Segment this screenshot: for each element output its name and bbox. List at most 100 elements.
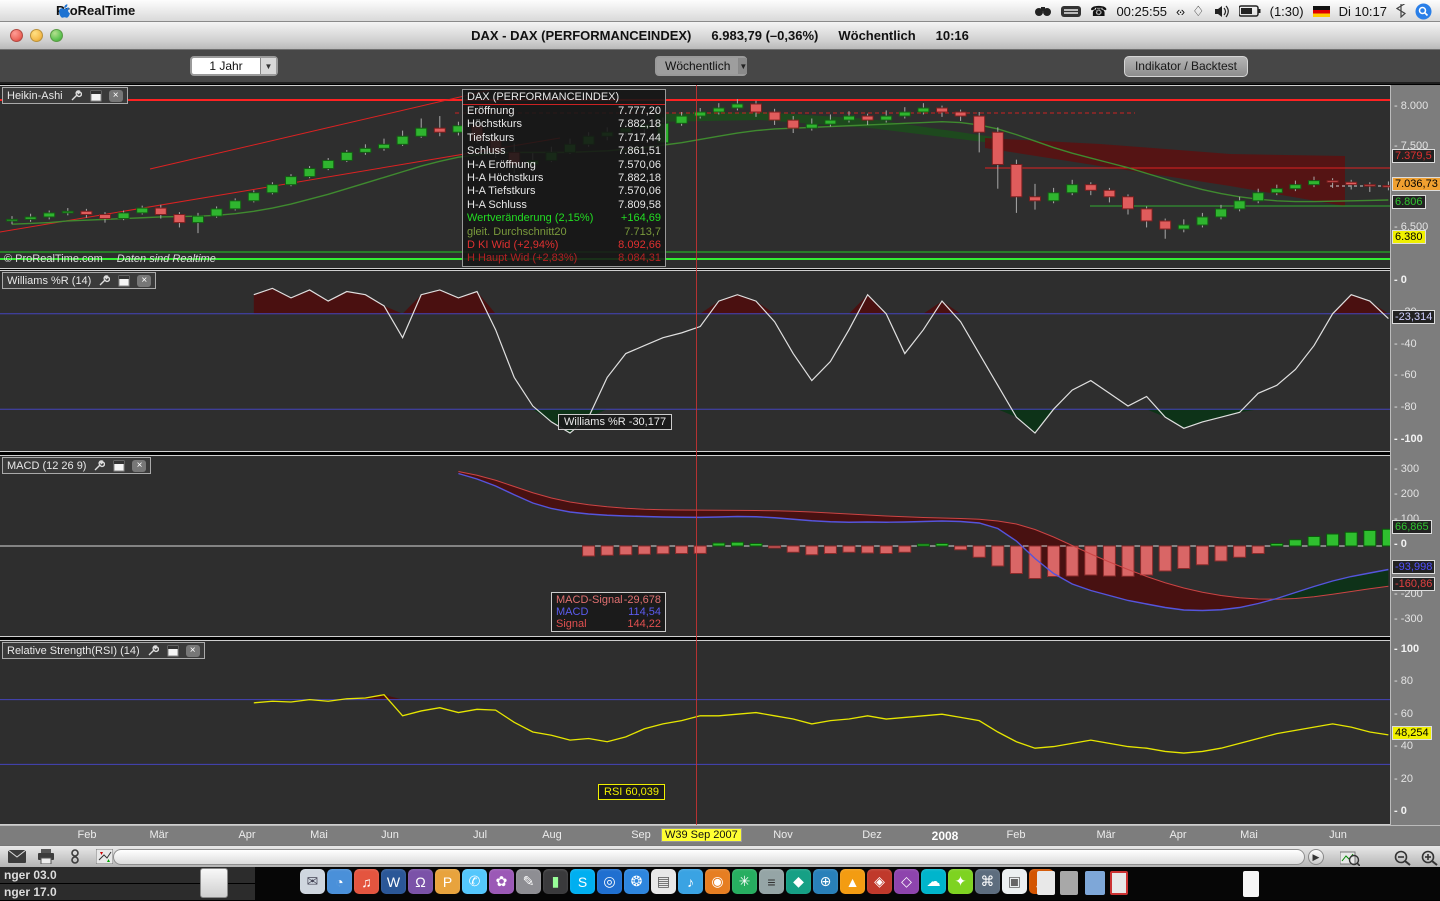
dock-icon-browser[interactable]: ◔ bbox=[327, 869, 352, 894]
close-icon[interactable]: × bbox=[137, 274, 152, 287]
menu-clock[interactable]: Di 10:17 bbox=[1339, 4, 1387, 19]
dock-icon-browser-2[interactable]: ◎ bbox=[597, 869, 622, 894]
mac-menu-bar: ProRealTime ☎ 00:25:55 ‹·› ♢ (1:30) Di 1… bbox=[0, 0, 1440, 22]
dock-icon-music-store[interactable]: ♫ bbox=[354, 869, 379, 894]
shapes-menu-icon[interactable]: ♢ bbox=[1192, 3, 1205, 20]
input-switch-icon[interactable]: ‹·› bbox=[1176, 4, 1185, 19]
chart-zoom-tool-icon[interactable] bbox=[1338, 849, 1362, 867]
axis-tick-label: - -100 bbox=[1394, 433, 1423, 445]
apple-menu-icon[interactable] bbox=[56, 3, 72, 19]
dock-icon-office-tool[interactable]: Ω bbox=[408, 869, 433, 894]
close-icon[interactable]: × bbox=[132, 459, 147, 472]
macd-row-label: MACD-Signal bbox=[556, 594, 623, 606]
dock-icon-pages[interactable]: P bbox=[435, 869, 460, 894]
dock-area: nger 03.0 nger 17.0 ✉ ◔ ♫ W Ω P ✆ ✿ ✎ ▮ S ◎ ❂ ▤ ♪ ◉ ✳ ≡ ◆ ⊕… bbox=[0, 867, 1440, 901]
axis-value-box: 6.806 bbox=[1392, 195, 1426, 210]
dock-icon-weather[interactable]: ☁ bbox=[921, 869, 946, 894]
dock-icon-editor[interactable]: ✎ bbox=[516, 869, 541, 894]
tooltip-row: D KI Wid (+2,94%) 8.092,66 bbox=[463, 239, 665, 252]
mail-chart-icon[interactable] bbox=[5, 848, 29, 866]
dock-icon-teal-app[interactable]: ◆ bbox=[786, 869, 811, 894]
window-fragment-tile bbox=[1085, 871, 1105, 895]
axis-value-box: -160,86 bbox=[1392, 577, 1436, 592]
keyboard-viewer-icon[interactable] bbox=[1060, 5, 1081, 18]
link-icon[interactable] bbox=[63, 848, 87, 866]
dock-icon-notes[interactable]: ▣ bbox=[1002, 869, 1027, 894]
dock-icon-skype[interactable]: S bbox=[570, 869, 595, 894]
copy-window-icon[interactable] bbox=[117, 275, 131, 287]
copy-window-icon[interactable] bbox=[89, 90, 103, 102]
phone-call-icon[interactable]: ☎ bbox=[1090, 3, 1107, 20]
williams-panel-canvas[interactable] bbox=[0, 270, 1390, 452]
window-close-button[interactable] bbox=[10, 29, 23, 42]
time-axis-label: Nov bbox=[773, 829, 793, 841]
window-zoom-button[interactable] bbox=[50, 29, 63, 42]
dock-icon-chat[interactable]: ✆ bbox=[462, 869, 487, 894]
rsi-panel-canvas[interactable] bbox=[0, 640, 1390, 825]
dock-icon-terminal[interactable]: ▮ bbox=[543, 869, 568, 894]
volume-icon[interactable] bbox=[1214, 5, 1230, 18]
time-axis-label: Apr bbox=[238, 829, 256, 841]
wrench-icon[interactable] bbox=[92, 459, 106, 472]
close-icon[interactable]: × bbox=[108, 89, 123, 102]
range-dropdown[interactable]: 1 Jahr ▼ bbox=[190, 56, 278, 76]
dock-icon-green-app[interactable]: ✳ bbox=[732, 869, 757, 894]
window-minimize-button[interactable] bbox=[30, 29, 43, 42]
horizontal-scrollbar[interactable] bbox=[113, 849, 1305, 865]
macd-row-value: 144,22 bbox=[627, 618, 661, 630]
price-axis[interactable]: - 8.000- 7.500- 6.500 7.379,5 7.036,73 6.80… bbox=[1390, 85, 1440, 845]
dock-icon-lime-app[interactable]: ✦ bbox=[948, 869, 973, 894]
tooltip-row-label: Tiefstkurs bbox=[467, 131, 515, 144]
zoom-in-icon[interactable] bbox=[1417, 849, 1440, 867]
bluetooth-icon[interactable] bbox=[1396, 4, 1406, 18]
dock: ✉◔♫WΩP✆✿✎▮S◎❂▤♪◉✳≡◆⊕▲◈◇☁✦⌘▣♬ bbox=[300, 869, 1054, 894]
search-binoculars-icon[interactable] bbox=[1034, 4, 1052, 18]
dock-icon-red-app[interactable]: ◈ bbox=[867, 869, 892, 894]
dock-icon-word-processor[interactable]: W bbox=[381, 869, 406, 894]
close-icon[interactable]: × bbox=[185, 644, 200, 657]
battery-icon[interactable] bbox=[1238, 5, 1261, 17]
dock-icon-itunes[interactable]: ♪ bbox=[678, 869, 703, 894]
fragment-scrollbar[interactable] bbox=[200, 868, 228, 898]
dock-icon-utility[interactable]: ⌘ bbox=[975, 869, 1000, 894]
tooltip-row-label: H-A Tiefstkurs bbox=[467, 185, 536, 198]
dock-icon-mail[interactable]: ✉ bbox=[300, 869, 325, 894]
copy-window-icon[interactable] bbox=[112, 460, 126, 472]
timeframe-dropdown[interactable]: Wöchentlich ▼ bbox=[655, 56, 748, 76]
window-fragment-tile bbox=[1037, 871, 1055, 895]
wrench-icon[interactable] bbox=[146, 644, 160, 657]
dock-icon-amber-app[interactable]: ▲ bbox=[840, 869, 865, 894]
time-axis-label: Jun bbox=[381, 829, 399, 841]
window-title-bar[interactable]: DAX - DAX (PERFORMANCEINDEX) 6.983,79 (–0… bbox=[0, 22, 1440, 50]
macd-value-label: MACD-Signal -29,678 MACD 114,54 Signal 144,… bbox=[551, 592, 666, 632]
axis-value-box: 7.379,5 bbox=[1392, 149, 1435, 164]
main-chart-canvas[interactable] bbox=[0, 85, 1390, 269]
dock-icon-photos[interactable]: ✿ bbox=[489, 869, 514, 894]
axis-value-box: -23,314 bbox=[1392, 310, 1436, 325]
zoom-out-icon[interactable] bbox=[1390, 849, 1414, 867]
window-fragment-tile bbox=[1243, 871, 1259, 897]
dock-icon-list-app[interactable]: ≡ bbox=[759, 869, 784, 894]
copyright-note: © ProRealTime.com Daten sind Realtime bbox=[4, 253, 216, 265]
scroll-right-button[interactable]: ▶ bbox=[1308, 849, 1324, 865]
german-flag-icon[interactable] bbox=[1312, 5, 1330, 17]
indicator-backtest-button[interactable]: Indikator / Backtest bbox=[1124, 56, 1248, 77]
time-axis-label: Apr bbox=[1169, 829, 1187, 841]
main-panel-title: Heikin-Ashi bbox=[7, 89, 63, 102]
spotlight-icon[interactable] bbox=[1415, 3, 1432, 20]
tooltip-row: H-A Eröffnung 7.570,06 bbox=[463, 159, 665, 172]
print-icon[interactable] bbox=[34, 848, 58, 866]
dock-icon-purple-app[interactable]: ◇ bbox=[894, 869, 919, 894]
wrench-icon[interactable] bbox=[69, 89, 83, 102]
macd-panel-canvas[interactable] bbox=[0, 455, 1390, 637]
dock-icon-media[interactable]: ◉ bbox=[705, 869, 730, 894]
dock-icon-globe[interactable]: ❂ bbox=[624, 869, 649, 894]
wrench-icon[interactable] bbox=[97, 274, 111, 287]
realtime-note: Daten sind Realtime bbox=[116, 253, 216, 265]
copy-window-icon[interactable] bbox=[166, 645, 180, 657]
dock-icon-network[interactable]: ⊕ bbox=[813, 869, 838, 894]
time-axis-label: Mär bbox=[1096, 829, 1116, 841]
time-axis[interactable]: W39 Sep 2007 Feb Mär Apr Mai Jun Jul Aug Sep Nov… bbox=[0, 825, 1440, 845]
rsi-panel-header: Relative Strength(RSI) (14) × bbox=[2, 642, 205, 659]
dock-icon-documents[interactable]: ▤ bbox=[651, 869, 676, 894]
